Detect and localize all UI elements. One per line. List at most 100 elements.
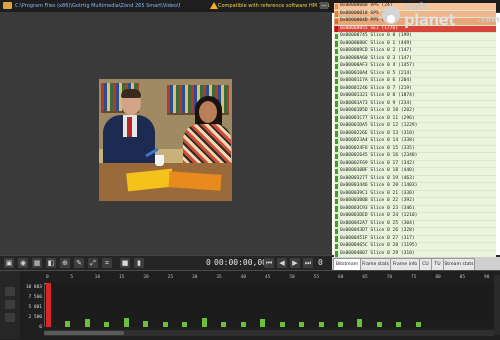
- grid-icon[interactable]: ▦: [32, 258, 42, 268]
- frame-size-bar[interactable]: [318, 321, 324, 327]
- nal-unit-row[interactable]: 0x00003DED Slice 0 24 (1210): [334, 213, 496, 221]
- tab-stream-stats[interactable]: Stream stats: [443, 258, 475, 270]
- nal-unit-row[interactable]: 0x0000451F Slice 0 27 (317): [334, 235, 496, 243]
- nal-unit-list[interactable]: 0x00000000 VPS (24) 0x00000018 SPS (51) 0x…: [334, 3, 496, 273]
- frame-size-bar[interactable]: [299, 322, 305, 327]
- frame-size-bar[interactable]: [338, 321, 343, 327]
- minimize-button[interactable]: —: [320, 2, 328, 9]
- nal-unit-row[interactable]: 0x0000226E Slice 0 13 (310): [334, 130, 496, 138]
- nal-unit-row[interactable]: 0x000039C1 Slice 0 21 (330): [334, 190, 496, 198]
- nal-type-marker: [335, 11, 338, 17]
- nal-unit-row[interactable]: 0x00001321 Slice 0 8 (1874): [334, 93, 496, 101]
- chart-icon[interactable]: [5, 287, 15, 296]
- nal-unit-row[interactable]: 0x00001A73 Slice 0 9 (234): [334, 100, 496, 108]
- nal-type-marker: [335, 93, 338, 99]
- frame-size-chart[interactable]: [44, 283, 495, 327]
- frame-size-bar[interactable]: [415, 321, 421, 327]
- ruler-tick-label: 70: [386, 275, 393, 280]
- screenshot-icon[interactable]: ◉: [18, 258, 28, 268]
- nal-unit-row[interactable]: 0x00000AF3 Slice 0 4 (1457): [334, 63, 496, 71]
- frame-size-bar[interactable]: [260, 318, 266, 327]
- nal-unit-row[interactable]: 0x000030BF Slice 0 18 (440): [334, 168, 496, 176]
- nal-unit-row[interactable]: 0x000023A4 Slice 0 14 (338): [334, 138, 496, 146]
- tab-frame-stats[interactable]: Frame stats: [360, 258, 391, 270]
- nal-unit-row[interactable]: 0x00001C77 Slice 0 11 (296): [334, 115, 496, 123]
- timeline-scrollbar[interactable]: [44, 330, 494, 336]
- zoom-out-icon[interactable]: [5, 313, 15, 322]
- split-view-icon[interactable]: ◧: [46, 258, 56, 268]
- nal-unit-row[interactable]: 0x00002645 Slice 0 16 (2340): [334, 153, 496, 161]
- nal-unit-row[interactable]: 0x000009CD Slice 0 2 (147): [334, 48, 496, 56]
- crop-icon[interactable]: ⌗: [102, 258, 112, 268]
- man-tie: [127, 117, 132, 137]
- y-axis-tick-label: 7 560: [28, 295, 42, 300]
- woman-head: [199, 101, 217, 123]
- frame-size-bar[interactable]: [201, 318, 207, 327]
- frame-size-bar[interactable]: [143, 321, 149, 327]
- nal-unit-row[interactable]: 0x000042A7 Slice 0 25 (304): [334, 220, 496, 228]
- frame-size-bar[interactable]: [46, 283, 51, 327]
- ruler-tick-label: 25: [167, 275, 174, 280]
- open-file-icon[interactable]: ▣: [4, 258, 14, 268]
- frame-size-bar[interactable]: [123, 317, 129, 327]
- nal-unit-row[interactable]: 0x00001DA5 Slice 0 12 (1229): [334, 123, 496, 131]
- nal-unit-label: 0x00001DA5 Slice 0 12 (1229): [340, 123, 418, 128]
- stop-icon[interactable]: ■: [120, 258, 130, 268]
- ruler-tick-label: 20: [143, 275, 149, 280]
- ruler-tick-label: 90: [484, 275, 490, 280]
- logo-tld: .com: [478, 15, 500, 24]
- nal-unit-label: 0x0000117A Slice 0 6 (204): [340, 78, 412, 83]
- nal-unit-row[interactable]: 0x00000A60 Slice 0 3 (147): [334, 55, 496, 63]
- nal-unit-row[interactable]: 0x00001B5D Slice 0 10 (282): [334, 108, 496, 116]
- frame-size-bar[interactable]: [396, 321, 402, 327]
- frame-size-bar[interactable]: [221, 321, 227, 327]
- last-frame-icon[interactable]: ⏭: [303, 258, 313, 268]
- timeline-vertical-scrollbar[interactable]: [494, 275, 500, 335]
- frame-size-bar[interactable]: [182, 322, 188, 327]
- nal-unit-row[interactable]: 0x00003C93 Slice 0 23 (346): [334, 205, 496, 213]
- nal-unit-row[interactable]: 0x000010A4 Slice 0 5 (214): [334, 70, 496, 78]
- frame-size-bar[interactable]: [357, 318, 363, 327]
- mark-icon[interactable]: ▮: [134, 258, 144, 268]
- zoom-icon[interactable]: ⊕: [60, 258, 70, 268]
- nal-unit-row[interactable]: 0x00003446 Slice 0 20 (1403): [334, 183, 496, 191]
- frame-size-bar[interactable]: [279, 321, 285, 327]
- nal-unit-row[interactable]: 0x0000465C Slice 0 28 (1195): [334, 243, 496, 251]
- nal-unit-row[interactable]: 0x00002F69 Slice 0 17 (342): [334, 160, 496, 168]
- prev-frame-icon[interactable]: ◀: [277, 258, 287, 268]
- nal-unit-row[interactable]: 0x00003B0B Slice 0 22 (392): [334, 198, 496, 206]
- frame-size-bar[interactable]: [162, 322, 168, 327]
- frame-total: 0: [318, 258, 323, 267]
- play-icon[interactable]: ▶: [290, 258, 300, 268]
- frame-size-bar[interactable]: [104, 322, 110, 327]
- ruler-tick-label: 45: [265, 275, 271, 280]
- nal-type-marker: [335, 41, 338, 47]
- frame-counter[interactable]: 0: [206, 258, 211, 268]
- nal-unit-row[interactable]: 0x000043D7 Slice 0 26 (328): [334, 228, 496, 236]
- frame-size-bar[interactable]: [84, 319, 90, 327]
- nal-unit-row[interactable]: 0x00000745 Slice 0 0 (199): [334, 33, 496, 41]
- nal-unit-row[interactable]: 0x000024F6 Slice 0 15 (335): [334, 145, 496, 153]
- timeline-scroll-thumb[interactable]: [44, 331, 124, 335]
- fit-icon[interactable]: ⤢: [88, 258, 98, 268]
- nal-type-marker: [335, 78, 338, 84]
- nal-unit-label: 0x00002F69 Slice 0 17 (342): [340, 160, 415, 166]
- tab-bitstream[interactable]: Bitstream: [333, 258, 361, 270]
- frame-size-bar[interactable]: [376, 321, 382, 327]
- nal-unit-row[interactable]: 0x0000080C Slice 0 1 (449): [334, 40, 496, 48]
- zoom-in-icon[interactable]: [5, 300, 15, 309]
- wand-icon[interactable]: ✎: [74, 258, 84, 268]
- file-icon[interactable]: [3, 2, 12, 9]
- nal-unit-label: 0x00003446 Slice 0 20 (1403): [340, 183, 418, 188]
- nal-unit-label: 0x0000451F Slice 0 27 (317): [340, 235, 415, 241]
- frame-size-bar[interactable]: [65, 321, 71, 327]
- tab-frame-info[interactable]: Frame info: [390, 258, 420, 270]
- nal-unit-label: 0x000030BF Slice 0 18 (440): [340, 168, 415, 173]
- first-frame-icon[interactable]: ⏮: [264, 258, 274, 268]
- nal-type-marker: [335, 146, 338, 152]
- frame-size-bar[interactable]: [240, 321, 246, 327]
- nal-unit-row[interactable]: 0x00003277 Slice 0 19 (463): [334, 175, 496, 183]
- timeline-ruler[interactable]: 0 5 10 15 20 25 30 35 40 45 50 55 60 65 70 75 80 85 90: [44, 275, 494, 283]
- nal-unit-row[interactable]: 0x00001246 Slice 0 7 (219): [334, 85, 496, 93]
- nal-unit-row[interactable]: 0x0000117A Slice 0 6 (204): [334, 78, 496, 86]
